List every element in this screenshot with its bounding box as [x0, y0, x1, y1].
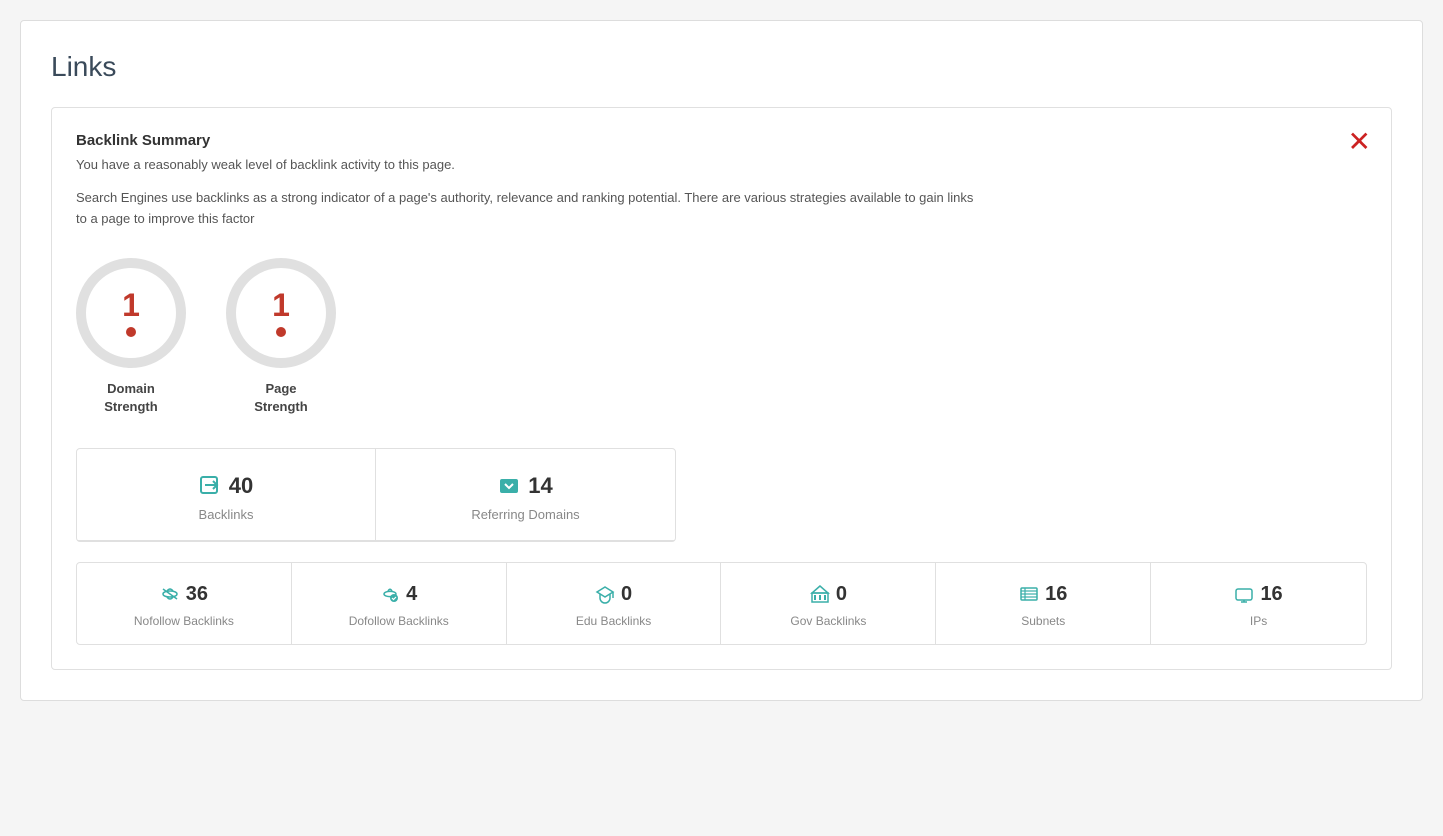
stat-edu-backlinks: 0 Edu Backlinks	[507, 563, 722, 644]
gauge-label-page: PageStrength	[254, 380, 307, 416]
gov-icon	[810, 584, 830, 604]
stat-gov-top: 0	[810, 583, 847, 606]
stat-subnets: 16 Subnets	[936, 563, 1151, 644]
stat-dofollow-backlinks: 4 Dofollow Backlinks	[292, 563, 507, 644]
gauge-circle-page: 1	[226, 258, 336, 368]
gauge-domain-strength: 1 DomainStrength	[76, 258, 186, 416]
close-button[interactable]: ✕	[1348, 128, 1371, 156]
metrics-grid: 40 Backlinks 14 Referring Domains	[76, 448, 676, 542]
subnets-label: Subnets	[1021, 614, 1065, 628]
ips-label: IPs	[1250, 614, 1267, 628]
nofollow-label: Nofollow Backlinks	[134, 614, 234, 628]
edu-icon	[595, 584, 615, 604]
dofollow-label: Dofollow Backlinks	[349, 614, 449, 628]
metric-backlinks-top: 40	[199, 473, 253, 499]
backlinks-icon	[199, 475, 221, 497]
bottom-stats: 36 Nofollow Backlinks 4	[76, 562, 1367, 645]
edu-number: 0	[621, 583, 632, 606]
gauges-row: 1 DomainStrength 1 PageStrength	[76, 258, 1367, 416]
nofollow-icon	[160, 584, 180, 604]
page-wrapper: Links ✕ Backlink Summary You have a reas…	[20, 20, 1423, 701]
backlinks-number: 40	[229, 473, 253, 499]
metric-referring-top: 14	[498, 473, 552, 499]
subnets-icon	[1019, 584, 1039, 604]
gov-label: Gov Backlinks	[790, 614, 866, 628]
gauge-value-domain: 1	[122, 289, 140, 321]
stat-edu-top: 0	[595, 583, 632, 606]
summary-subtitle: You have a reasonably weak level of back…	[76, 157, 1367, 172]
gauge-value-page: 1	[272, 289, 290, 321]
referring-domains-label: Referring Domains	[471, 507, 579, 522]
stat-ips: 16 IPs	[1151, 563, 1366, 644]
gauge-dot-page	[276, 327, 286, 337]
stat-nofollow-top: 36	[160, 583, 208, 606]
dofollow-number: 4	[406, 583, 417, 606]
gauge-dot-domain	[126, 327, 136, 337]
summary-title: Backlink Summary	[76, 132, 1367, 149]
summary-description: Search Engines use backlinks as a strong…	[76, 188, 976, 230]
ips-number: 16	[1260, 583, 1282, 606]
stat-gov-backlinks: 0 Gov Backlinks	[721, 563, 936, 644]
gauge-label-domain: DomainStrength	[104, 380, 157, 416]
stat-nofollow-backlinks: 36 Nofollow Backlinks	[77, 563, 292, 644]
subnets-number: 16	[1045, 583, 1067, 606]
gov-number: 0	[836, 583, 847, 606]
gauge-page-strength: 1 PageStrength	[226, 258, 336, 416]
page-title: Links	[51, 51, 1392, 83]
dofollow-icon	[380, 584, 400, 604]
gauge-circle-domain: 1	[76, 258, 186, 368]
stat-ips-top: 16	[1234, 583, 1282, 606]
summary-card: ✕ Backlink Summary You have a reasonably…	[51, 107, 1392, 670]
stat-dofollow-top: 4	[380, 583, 417, 606]
metric-referring-domains: 14 Referring Domains	[376, 449, 675, 541]
ips-icon	[1234, 584, 1254, 604]
backlinks-label: Backlinks	[199, 507, 254, 522]
metric-backlinks: 40 Backlinks	[77, 449, 376, 541]
nofollow-number: 36	[186, 583, 208, 606]
stat-subnets-top: 16	[1019, 583, 1067, 606]
edu-label: Edu Backlinks	[576, 614, 651, 628]
referring-domains-icon	[498, 475, 520, 497]
referring-domains-number: 14	[528, 473, 552, 499]
